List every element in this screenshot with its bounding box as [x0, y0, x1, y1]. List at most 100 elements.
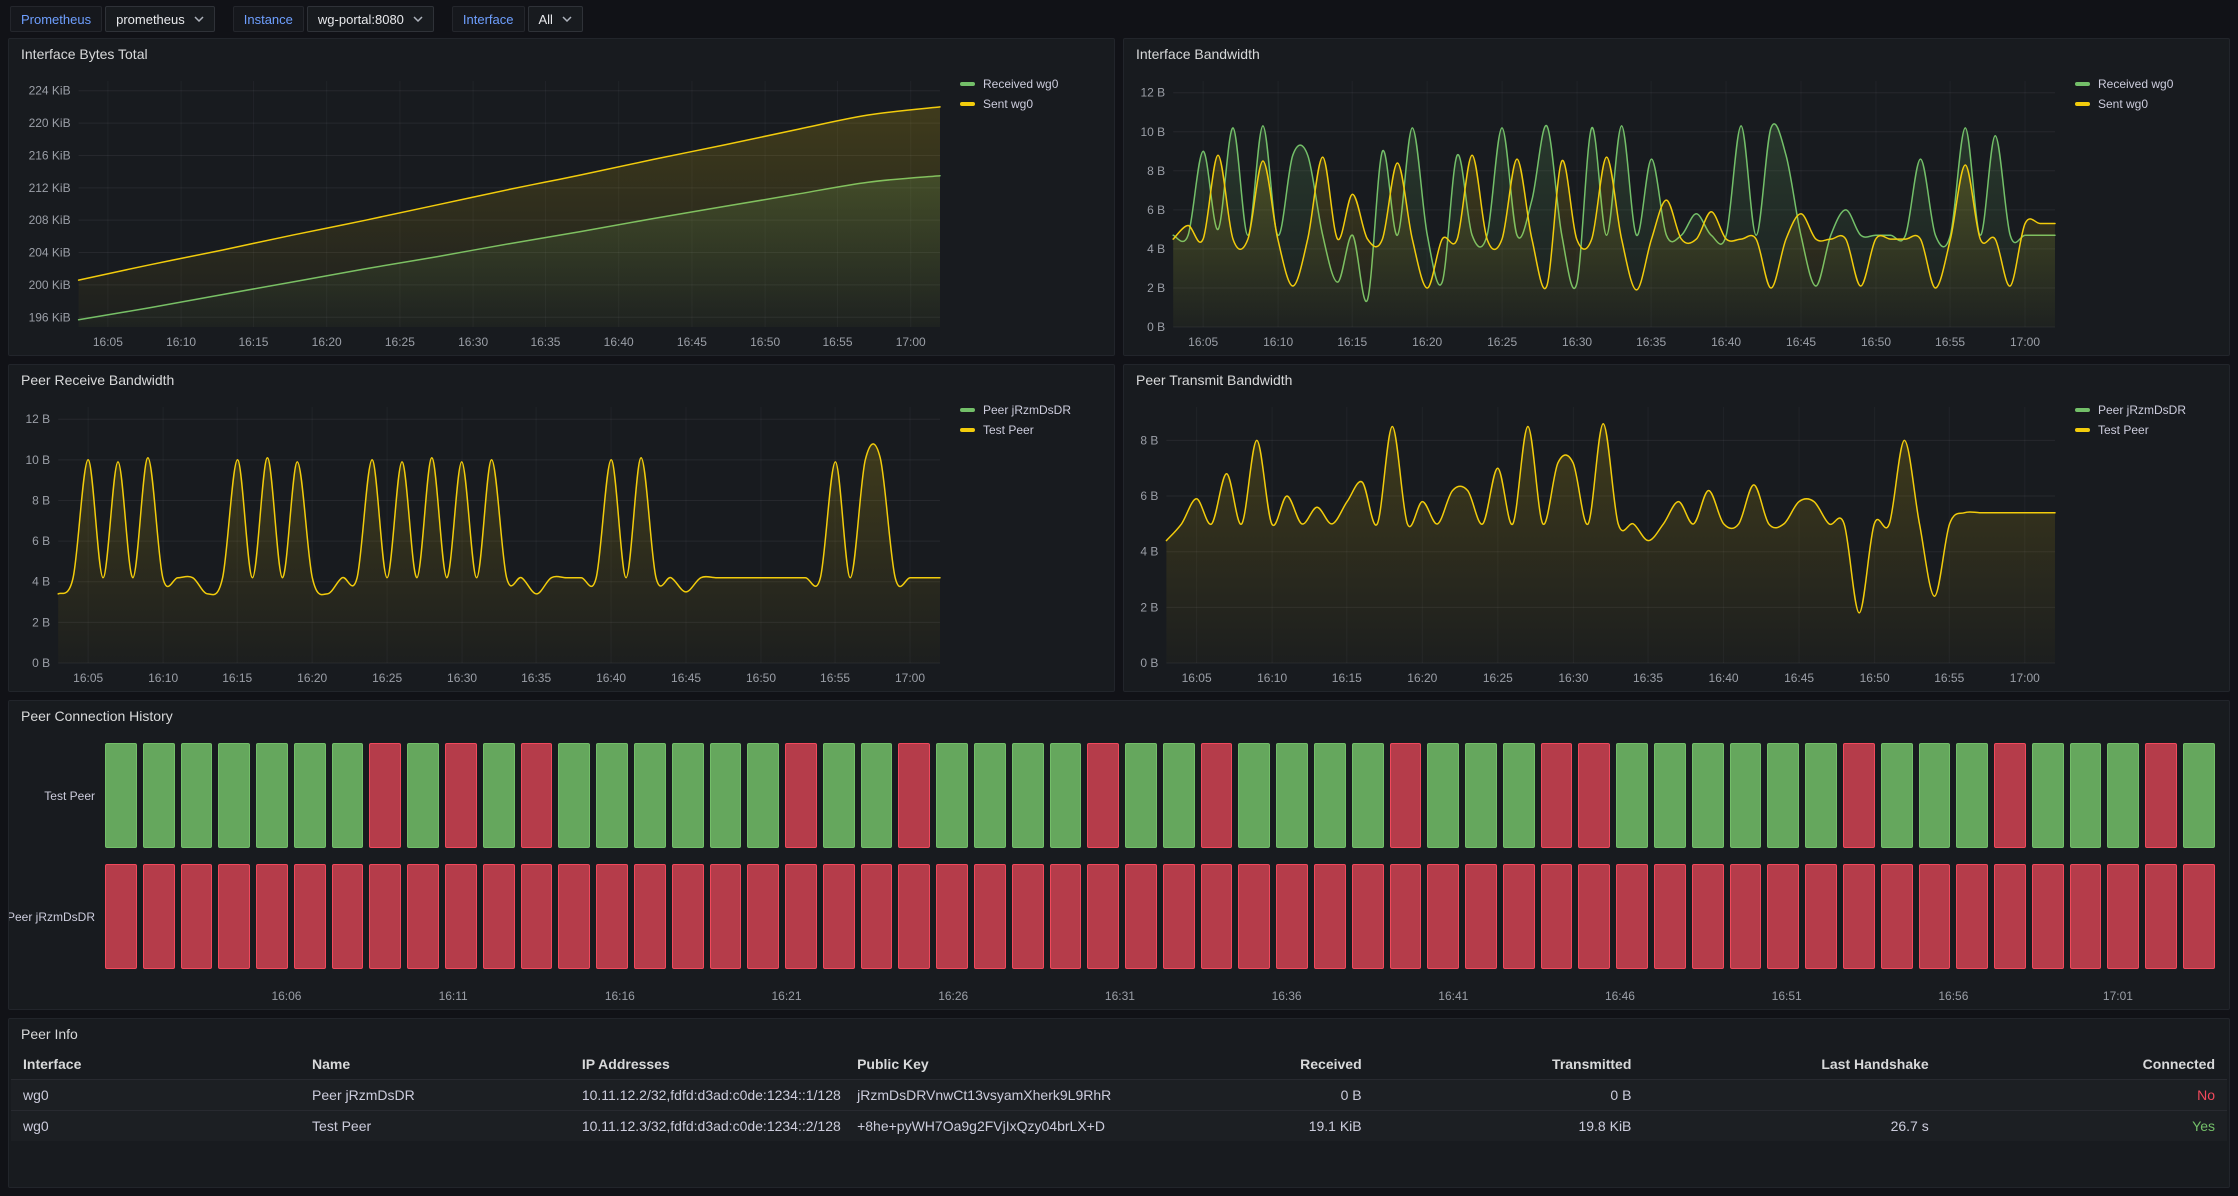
- state-bar-connected: [483, 743, 515, 848]
- x-axis-tick-label: 16:21: [772, 989, 802, 1003]
- legend-label: Received wg0: [2098, 77, 2173, 91]
- svg-text:8 B: 8 B: [32, 493, 50, 507]
- svg-text:6 B: 6 B: [32, 534, 50, 548]
- svg-text:4 B: 4 B: [1140, 545, 1158, 559]
- legend-item[interactable]: Sent wg0: [960, 97, 1033, 111]
- interface-variable-value: All: [539, 12, 553, 27]
- column-header-ip-addresses[interactable]: IP Addresses: [570, 1049, 845, 1079]
- state-bar-disconnected: [105, 864, 137, 969]
- column-header-public-key[interactable]: Public Key: [845, 1049, 1120, 1079]
- peer-receive-bandwidth-chart[interactable]: 16:0516:1016:1516:2016:2516:3016:3516:40…: [15, 395, 950, 689]
- cell-connected: Yes: [1941, 1111, 2227, 1141]
- legend-item[interactable]: Test Peer: [2075, 423, 2149, 437]
- state-bar-disconnected: [1994, 864, 2026, 969]
- line-chart-svg: 16:0516:1016:1516:2016:2516:3016:3516:40…: [1130, 395, 2065, 689]
- state-bar-disconnected: [256, 864, 288, 969]
- state-bar-connected: [332, 743, 364, 848]
- state-bar-disconnected: [785, 743, 817, 848]
- svg-text:16:05: 16:05: [1188, 335, 1218, 349]
- svg-text:216 KiB: 216 KiB: [29, 148, 71, 162]
- state-bar-disconnected: [332, 864, 364, 969]
- state-bar-disconnected: [1427, 864, 1459, 969]
- state-bar-connected: [634, 743, 666, 848]
- column-header-received[interactable]: Received: [1120, 1049, 1373, 1079]
- state-bar-disconnected: [1654, 864, 1686, 969]
- svg-text:6 B: 6 B: [1140, 489, 1158, 503]
- panel-title[interactable]: Peer Info: [9, 1019, 2229, 1049]
- svg-text:16:40: 16:40: [596, 671, 626, 685]
- variable-group-instance: Instance wg-portal:8080: [233, 6, 434, 32]
- state-bar-disconnected: [747, 864, 779, 969]
- column-header-connected[interactable]: Connected: [1941, 1049, 2227, 1079]
- svg-text:16:15: 16:15: [222, 671, 252, 685]
- chevron-down-icon: [562, 16, 572, 22]
- series-color-swatch: [960, 82, 975, 86]
- svg-text:16:35: 16:35: [521, 671, 551, 685]
- cell-ip-addresses: 10.11.12.3/32,fdfd:d3ad:c0de:1234::2/128: [570, 1111, 845, 1141]
- prometheus-variable-dropdown[interactable]: prometheus: [105, 6, 215, 32]
- panel-title[interactable]: Peer Receive Bandwidth: [9, 365, 1114, 395]
- svg-text:17:00: 17:00: [2010, 335, 2040, 349]
- x-axis-tick-label: 16:16: [605, 989, 635, 1003]
- panel-title[interactable]: Interface Bytes Total: [9, 39, 1114, 69]
- legend-item[interactable]: Received wg0: [2075, 77, 2173, 91]
- chart-legend: Received wg0 Sent wg0: [2065, 69, 2223, 353]
- state-bar-disconnected: [369, 864, 401, 969]
- panel-title[interactable]: Peer Connection History: [9, 701, 2229, 731]
- state-bar-disconnected: [1125, 864, 1157, 969]
- column-header-transmitted[interactable]: Transmitted: [1374, 1049, 1644, 1079]
- svg-text:0 B: 0 B: [1147, 320, 1165, 334]
- line-chart-svg: 16:0516:1016:1516:2016:2516:3016:3516:40…: [15, 69, 950, 353]
- svg-text:16:30: 16:30: [1562, 335, 1592, 349]
- interface-variable-dropdown[interactable]: All: [528, 6, 583, 32]
- svg-text:17:00: 17:00: [2010, 671, 2040, 685]
- column-header-interface[interactable]: Interface: [11, 1049, 300, 1079]
- peer-connection-history-timeline[interactable]: Test PeerPeer jRzmDsDR16:0616:1116:1616:…: [9, 731, 2229, 1009]
- state-bar-disconnected: [294, 864, 326, 969]
- legend-item[interactable]: Peer jRzmDsDR: [2075, 403, 2186, 417]
- legend-item[interactable]: Received wg0: [960, 77, 1058, 91]
- state-bar-connected: [181, 743, 213, 848]
- legend-item[interactable]: Peer jRzmDsDR: [960, 403, 1071, 417]
- svg-text:16:40: 16:40: [1711, 335, 1741, 349]
- svg-text:12 B: 12 B: [26, 412, 51, 426]
- state-bar-disconnected: [1730, 864, 1762, 969]
- svg-text:0 B: 0 B: [1140, 656, 1158, 670]
- peer-transmit-bandwidth-chart[interactable]: 16:0516:1016:1516:2016:2516:3016:3516:40…: [1130, 395, 2065, 689]
- series-color-swatch: [960, 408, 975, 412]
- cell-name: Test Peer: [300, 1111, 570, 1141]
- state-bar-disconnected: [1201, 864, 1233, 969]
- timeline-strip[interactable]: [105, 743, 2215, 848]
- series-color-swatch: [2075, 82, 2090, 86]
- svg-text:16:45: 16:45: [677, 335, 707, 349]
- state-bar-disconnected: [898, 864, 930, 969]
- state-bar-disconnected: [1276, 864, 1308, 969]
- x-axis-tick-label: 16:06: [271, 989, 301, 1003]
- cell-public-key: jRzmDsDRVnwCt13vsyamXherk9L9RhR: [845, 1080, 1120, 1110]
- legend-item[interactable]: Sent wg0: [2075, 97, 2148, 111]
- svg-text:224 KiB: 224 KiB: [29, 84, 71, 98]
- svg-text:16:10: 16:10: [1257, 671, 1287, 685]
- column-header-name[interactable]: Name: [300, 1049, 570, 1079]
- state-bar-connected: [1427, 743, 1459, 848]
- panel-peer-info: Peer Info InterfaceNameIP AddressesPubli…: [8, 1018, 2230, 1188]
- column-header-last-handshake[interactable]: Last Handshake: [1643, 1049, 1940, 1079]
- legend-item[interactable]: Test Peer: [960, 423, 1034, 437]
- panel-title[interactable]: Peer Transmit Bandwidth: [1124, 365, 2229, 395]
- interface-bytes-total-chart[interactable]: 16:0516:1016:1516:2016:2516:3016:3516:40…: [15, 69, 950, 353]
- svg-text:16:55: 16:55: [820, 671, 850, 685]
- state-bar-disconnected: [1238, 864, 1270, 969]
- state-bar-disconnected: [2183, 864, 2215, 969]
- interface-bandwidth-chart[interactable]: 16:0516:1016:1516:2016:2516:3016:3516:40…: [1130, 69, 2065, 353]
- timeline-strip[interactable]: [105, 864, 2215, 969]
- panel-title[interactable]: Interface Bandwidth: [1124, 39, 2229, 69]
- svg-text:16:55: 16:55: [1935, 335, 1965, 349]
- svg-text:10 B: 10 B: [26, 453, 51, 467]
- svg-text:16:35: 16:35: [530, 335, 560, 349]
- state-bar-connected: [2183, 743, 2215, 848]
- svg-text:16:40: 16:40: [1709, 671, 1739, 685]
- state-bar-disconnected: [1956, 864, 1988, 969]
- state-bar-connected: [2070, 743, 2102, 848]
- svg-text:16:20: 16:20: [297, 671, 327, 685]
- instance-variable-dropdown[interactable]: wg-portal:8080: [307, 6, 434, 32]
